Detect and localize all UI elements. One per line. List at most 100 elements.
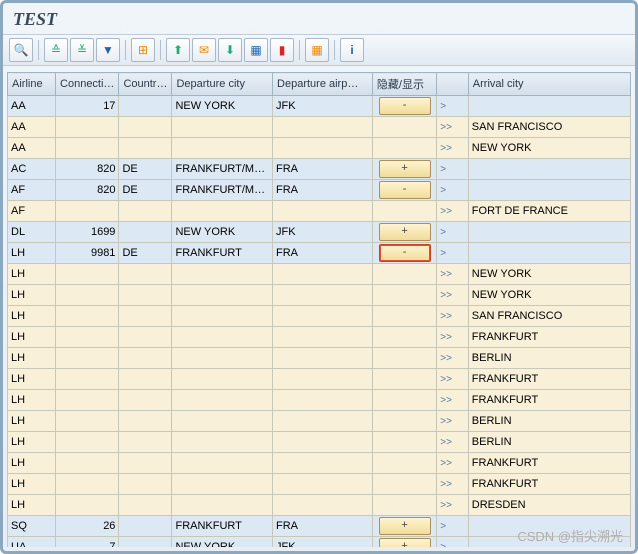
cell-airline: LH [8,495,56,516]
toggle-button[interactable]: + [379,538,431,547]
cell-departure-airport [273,117,373,138]
cell-arrival-city: NEW YORK [468,264,630,285]
col-departure-city[interactable]: Departure city [172,73,273,96]
cell-airline: LH [8,264,56,285]
sort-desc-button[interactable]: ≚ [70,38,94,62]
table-row[interactable]: LH>>NEW YORK [8,285,631,306]
table-row[interactable]: AA>>SAN FRANCISCO [8,117,631,138]
layout-button[interactable]: ▦ [305,38,329,62]
download-icon: ⬇ [225,43,235,57]
chart-button[interactable]: ▮ [270,38,294,62]
table-row[interactable]: LH>>FRANKFURT [8,369,631,390]
sum-button[interactable]: ⊞ [131,38,155,62]
toggle-button[interactable]: + [379,517,431,535]
table-row[interactable]: LH>>DRESDEN [8,495,631,516]
cell-departure-airport: FRA [273,243,373,264]
cell-departure-airport [273,369,373,390]
cell-hide-show [372,453,436,474]
cell-departure-city [172,453,273,474]
cell-departure-city [172,327,273,348]
table-row[interactable]: LH>>BERLIN [8,348,631,369]
cell-arrow: >> [437,474,469,495]
col-arrow[interactable] [437,73,469,96]
cell-hide-show: + [372,537,436,548]
cell-arrow: > [437,159,469,180]
cell-arrow: > [437,537,469,548]
cell-airline: AA [8,117,56,138]
send-button[interactable]: ✉ [192,38,216,62]
find-icon: 🔍 [14,43,29,57]
cell-airline: DL [8,222,56,243]
cell-arrival-city: DRESDEN [468,495,630,516]
separator [160,40,161,60]
download-button[interactable]: ⬇ [218,38,242,62]
cell-arrow: > [437,96,469,117]
table-row[interactable]: LH9981DEFRANKFURTFRA-> [8,243,631,264]
cell-connection [56,285,119,306]
cell-hide-show [372,138,436,159]
toggle-button[interactable]: - [379,97,431,115]
cell-hide-show [372,495,436,516]
sort-asc-button[interactable]: ≙ [44,38,68,62]
toggle-button[interactable]: - [379,181,431,199]
cell-arrival-city: BERLIN [468,348,630,369]
cell-departure-airport [273,453,373,474]
table-row[interactable]: LH>>BERLIN [8,432,631,453]
find-button[interactable]: 🔍 [9,38,33,62]
cell-airline: LH [8,390,56,411]
col-arrival-city[interactable]: Arrival city [468,73,630,96]
cell-departure-city: NEW YORK [172,96,273,117]
table-row[interactable]: LH>>FRANKFURT [8,390,631,411]
table-row[interactable]: AC820DEFRANKFURT/M…FRA+> [8,159,631,180]
col-airline[interactable]: Airline [8,73,56,96]
table-row[interactable]: LH>>FRANKFURT [8,453,631,474]
cell-arrival-city: FRANKFURT [468,390,630,411]
table-row[interactable]: LH>>BERLIN [8,411,631,432]
cell-airline: AC [8,159,56,180]
alv-grid[interactable]: Airline Connecti… Countr… Departure city… [7,72,631,547]
table-row[interactable]: LH>>NEW YORK [8,264,631,285]
col-hide-show[interactable]: 隐藏/显示 [372,73,436,96]
cell-departure-airport [273,411,373,432]
cell-departure-city: NEW YORK [172,537,273,548]
table-row[interactable]: LH>>SAN FRANCISCO [8,306,631,327]
cell-departure-airport: FRA [273,159,373,180]
table-row[interactable]: AF820DEFRANKFURT/M…FRA-> [8,180,631,201]
cell-departure-airport [273,264,373,285]
filter-button[interactable]: ▼ [96,38,120,62]
table-row[interactable]: LH>>FRANKFURT [8,327,631,348]
table-row[interactable]: AA>>NEW YORK [8,138,631,159]
cell-country [119,495,172,516]
excel-button[interactable]: ▦ [244,38,268,62]
col-country[interactable]: Countr… [119,73,172,96]
col-departure-airport[interactable]: Departure airp… [273,73,373,96]
export-button[interactable]: ⬆ [166,38,190,62]
table-row[interactable]: AA17NEW YORKJFK-> [8,96,631,117]
cell-arrival-city [468,159,630,180]
table-row[interactable]: DL1699NEW YORKJFK+> [8,222,631,243]
separator [334,40,335,60]
cell-departure-city [172,474,273,495]
toggle-button[interactable]: + [379,223,431,241]
excel-icon: ▦ [250,43,261,57]
info-icon: i [350,43,353,57]
toggle-button[interactable]: - [379,244,431,262]
cell-hide-show: + [372,222,436,243]
cell-airline: SQ [8,516,56,537]
cell-hide-show [372,117,436,138]
cell-airline: LH [8,243,56,264]
col-connection[interactable]: Connecti… [56,73,119,96]
cell-connection [56,495,119,516]
cell-connection [56,453,119,474]
cell-connection [56,201,119,222]
cell-departure-airport: JFK [273,96,373,117]
table-row[interactable]: AF>>FORT DE FRANCE [8,201,631,222]
info-button[interactable]: i [340,38,364,62]
page-title: TEST [3,3,635,34]
toggle-button[interactable]: + [379,160,431,178]
table-row[interactable]: LH>>FRANKFURT [8,474,631,495]
cell-hide-show: + [372,159,436,180]
export-icon: ⬆ [173,43,183,57]
mail-icon: ✉ [199,43,209,57]
cell-airline: LH [8,453,56,474]
